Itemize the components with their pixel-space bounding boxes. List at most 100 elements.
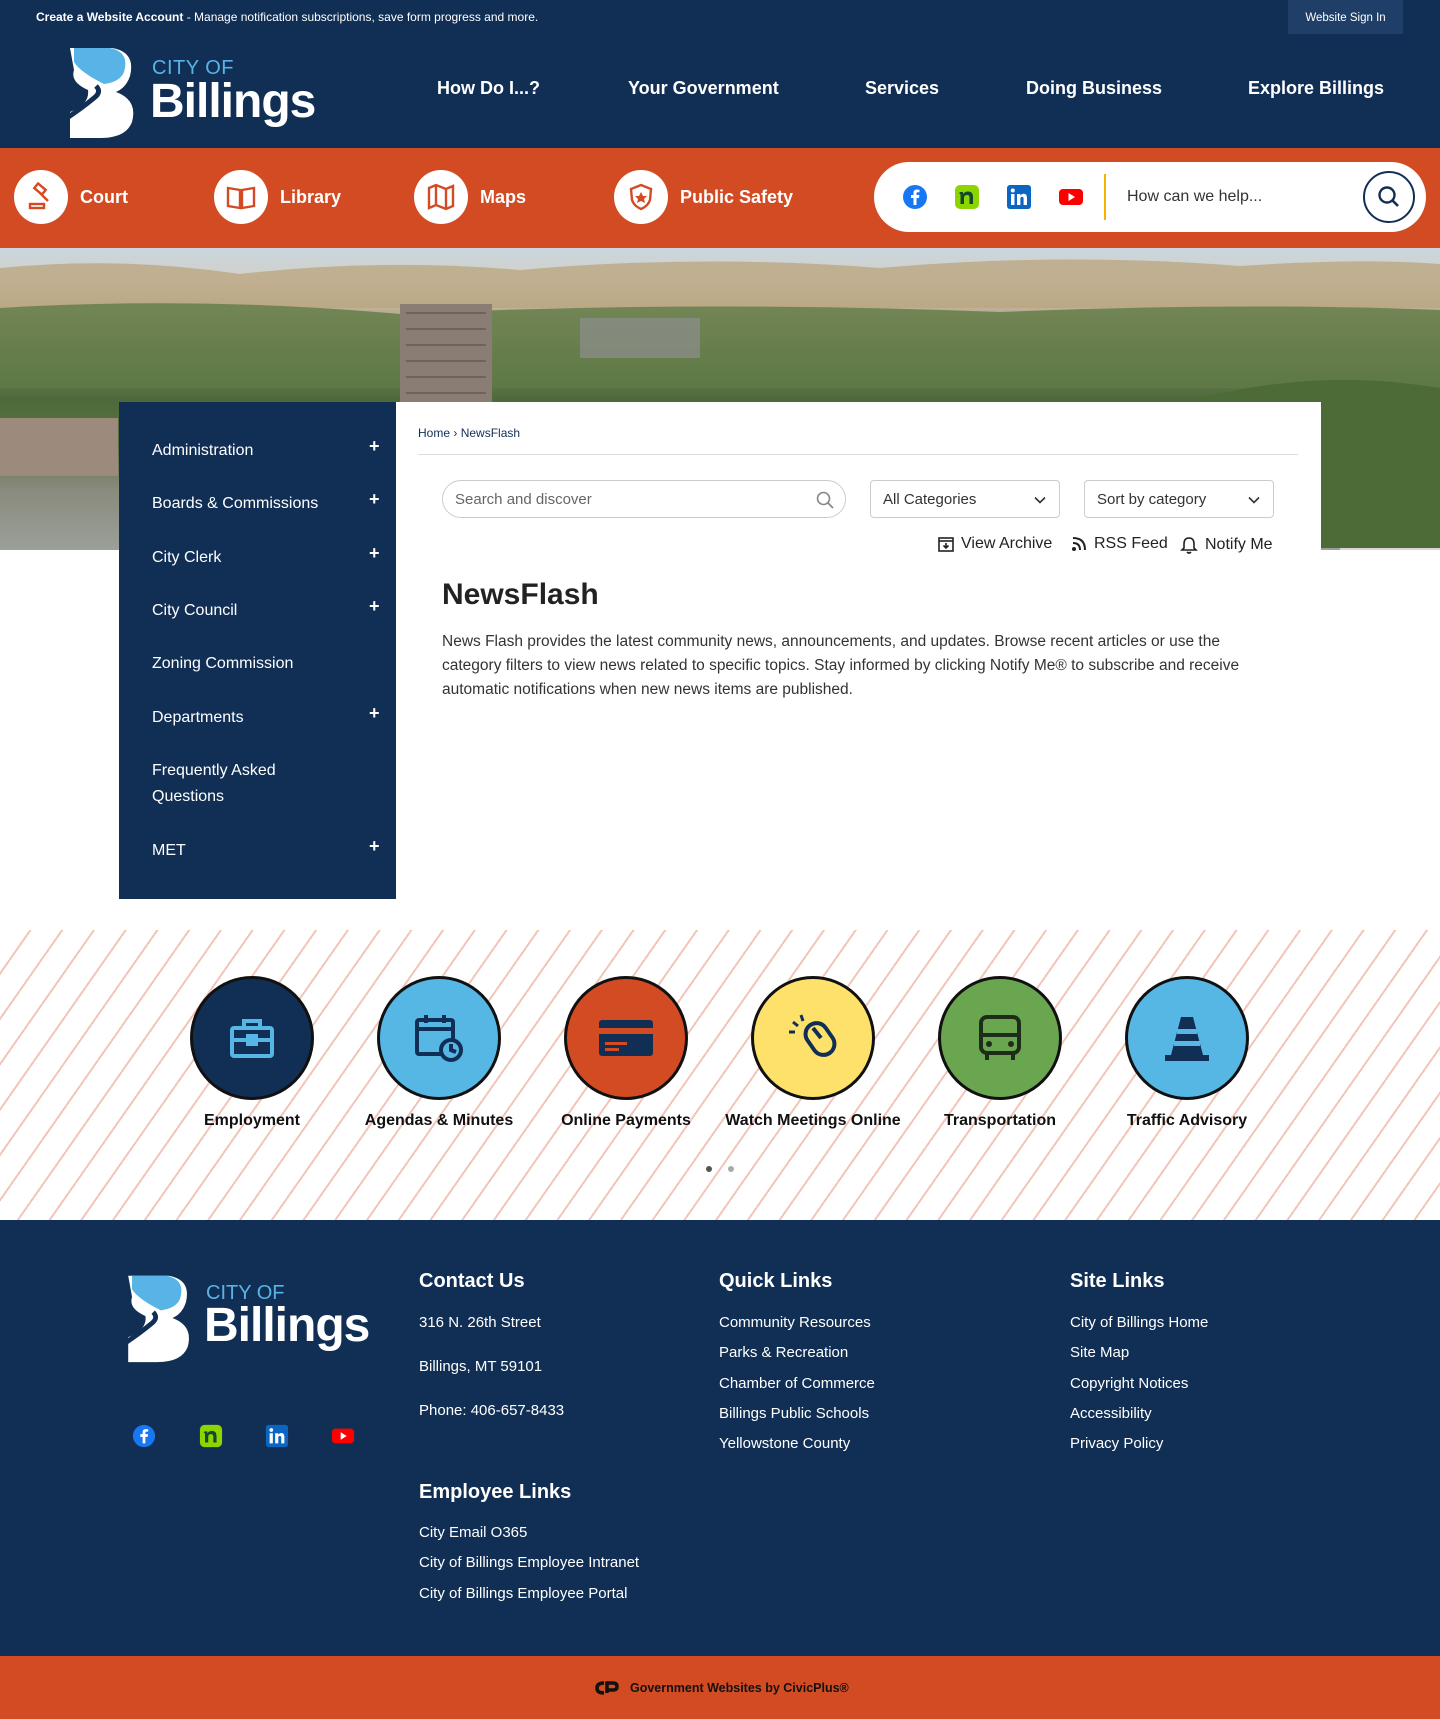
quick-link-library[interactable]: Library — [214, 170, 341, 224]
expand-icon[interactable]: + — [369, 703, 380, 724]
feature-bubble — [938, 976, 1062, 1100]
logo-mark-icon — [62, 48, 134, 138]
search-icon[interactable] — [815, 490, 835, 510]
nav-explore-billings[interactable]: Explore Billings — [1248, 78, 1384, 99]
rss-feed-link[interactable]: RSS Feed — [1070, 535, 1168, 553]
briefcase-icon — [230, 1019, 274, 1058]
bell-icon — [1180, 537, 1198, 554]
quick-link-chamber-commerce[interactable]: Chamber of Commerce — [719, 1375, 875, 1392]
category-select[interactable]: All Categories — [870, 480, 1060, 518]
bus-icon — [979, 1015, 1021, 1060]
feature-label: Agendas & Minutes — [364, 1112, 514, 1129]
rss-feed-label: RSS Feed — [1094, 535, 1168, 552]
sidebar-item-city-council[interactable]: City Council — [152, 598, 237, 624]
site-header: CITY OF Billings How Do I...? Your Gover… — [0, 34, 1440, 148]
feature-employment[interactable]: Employment — [157, 976, 347, 1130]
feature-online-payments[interactable]: Online Payments — [531, 976, 721, 1130]
site-link-sitemap[interactable]: Site Map — [1070, 1344, 1129, 1361]
quick-link-maps[interactable]: Maps — [414, 170, 526, 224]
logo-billings: Billings — [204, 1299, 370, 1352]
sidebar-item-administration[interactable]: Administration — [152, 438, 253, 464]
expand-icon[interactable]: + — [369, 596, 380, 617]
feature-agendas-minutes[interactable]: Agendas & Minutes — [344, 976, 534, 1130]
quick-links-heading: Quick Links — [719, 1270, 833, 1292]
city-logo[interactable]: CITY OF Billings — [60, 42, 330, 142]
nextdoor-icon[interactable] — [199, 1424, 223, 1448]
logo-mark-icon — [121, 1275, 189, 1363]
facebook-icon[interactable] — [132, 1424, 156, 1448]
nextdoor-icon[interactable] — [954, 184, 980, 210]
rss-icon — [1072, 537, 1086, 551]
carousel-dot-active[interactable] — [706, 1166, 712, 1172]
nav-your-government[interactable]: Your Government — [628, 78, 779, 99]
news-search-input[interactable]: Search and discover — [442, 480, 846, 518]
feature-traffic-advisory[interactable]: Traffic Advisory — [1092, 976, 1282, 1130]
feature-bubble — [1125, 976, 1249, 1100]
feature-transportation[interactable]: Transportation — [905, 976, 1095, 1130]
expand-icon[interactable]: + — [369, 836, 380, 857]
site-link-copyright[interactable]: Copyright Notices — [1070, 1375, 1188, 1392]
employee-link-intranet[interactable]: City of Billings Employee Intranet — [419, 1554, 639, 1571]
sidebar-item-departments[interactable]: Departments — [152, 705, 244, 731]
featured-services: Employment Agendas & Minutes Online Paym… — [0, 930, 1440, 1220]
website-signin-button[interactable]: Website Sign In — [1288, 0, 1403, 34]
create-account-link[interactable]: Create a Website Account — [36, 10, 183, 24]
quick-link-parks-recreation[interactable]: Parks & Recreation — [719, 1344, 848, 1361]
search-icon — [1378, 186, 1399, 207]
civicplus-link[interactable]: Government Websites by CivicPlus® — [594, 1680, 849, 1696]
account-description: - Manage notification subscriptions, sav… — [183, 10, 539, 24]
nav-doing-business[interactable]: Doing Business — [1026, 78, 1162, 99]
notify-me-link[interactable]: Notify Me — [1179, 535, 1273, 555]
site-link-privacy[interactable]: Privacy Policy — [1070, 1435, 1163, 1452]
feature-bubble — [190, 976, 314, 1100]
linkedin-icon[interactable] — [265, 1424, 289, 1448]
feature-label: Online Payments — [561, 1112, 691, 1129]
expand-icon[interactable]: + — [369, 489, 380, 510]
mouse-click-icon — [789, 1014, 837, 1057]
sidebar-item-met[interactable]: MET — [152, 838, 186, 864]
sidebar-item-faq[interactable]: Frequently Asked Questions — [152, 758, 312, 810]
sidebar-item-zoning-commission[interactable]: Zoning Commission — [152, 651, 293, 677]
feature-watch-meetings[interactable]: Watch Meetings Online — [718, 976, 908, 1130]
breadcrumb-home[interactable]: Home — [418, 426, 450, 440]
site-search-input[interactable]: How can we help... — [1127, 188, 1262, 206]
quick-link-community-resources[interactable]: Community Resources — [719, 1314, 871, 1331]
civicplus-bar: Government Websites by CivicPlus® — [0, 1656, 1440, 1719]
quick-link-public-safety[interactable]: Public Safety — [614, 170, 793, 224]
sidebar-item-boards-commissions[interactable]: Boards & Commissions — [152, 491, 318, 517]
account-message[interactable]: Create a Website Account - Manage notifi… — [36, 10, 538, 24]
site-link-home[interactable]: City of Billings Home — [1070, 1314, 1208, 1331]
quick-link-public-schools[interactable]: Billings Public Schools — [719, 1405, 869, 1422]
feature-bubble — [751, 976, 875, 1100]
expand-icon[interactable]: + — [369, 436, 380, 457]
quick-link-court[interactable]: Court — [14, 170, 128, 224]
map-icon — [414, 170, 468, 224]
expand-icon[interactable]: + — [369, 543, 380, 564]
quick-link-label: Public Safety — [680, 186, 794, 207]
nav-services[interactable]: Services — [865, 78, 939, 99]
employee-link-email[interactable]: City Email O365 — [419, 1524, 527, 1541]
youtube-icon[interactable] — [331, 1424, 355, 1448]
site-links-heading: Site Links — [1070, 1270, 1165, 1292]
search-social-pill: How can we help... — [874, 162, 1426, 232]
badge-icon — [614, 170, 668, 224]
contact-address-line2: Billings, MT 59101 — [419, 1358, 543, 1375]
breadcrumb-current[interactable]: NewsFlash — [461, 426, 520, 440]
notify-me-label: Notify Me — [1205, 536, 1273, 553]
carousel-dot[interactable] — [728, 1166, 734, 1172]
sidebar-item-city-clerk[interactable]: City Clerk — [152, 545, 221, 571]
sort-select[interactable]: Sort by category — [1084, 480, 1274, 518]
nav-how-do-i[interactable]: How Do I...? — [437, 78, 540, 99]
feature-bubble — [564, 976, 688, 1100]
facebook-icon[interactable] — [902, 184, 928, 210]
view-archive-link[interactable]: View Archive — [937, 535, 1052, 553]
footer-logo[interactable]: CITY OF Billings — [118, 1270, 378, 1370]
site-link-accessibility[interactable]: Accessibility — [1070, 1405, 1152, 1422]
search-button[interactable] — [1363, 171, 1415, 223]
linkedin-icon[interactable] — [1006, 184, 1032, 210]
contact-address-line1: 316 N. 26th Street — [419, 1314, 541, 1331]
quick-link-yellowstone-county[interactable]: Yellowstone County — [719, 1435, 850, 1452]
book-icon — [214, 170, 268, 224]
employee-link-portal[interactable]: City of Billings Employee Portal — [419, 1585, 627, 1602]
youtube-icon[interactable] — [1058, 184, 1084, 210]
